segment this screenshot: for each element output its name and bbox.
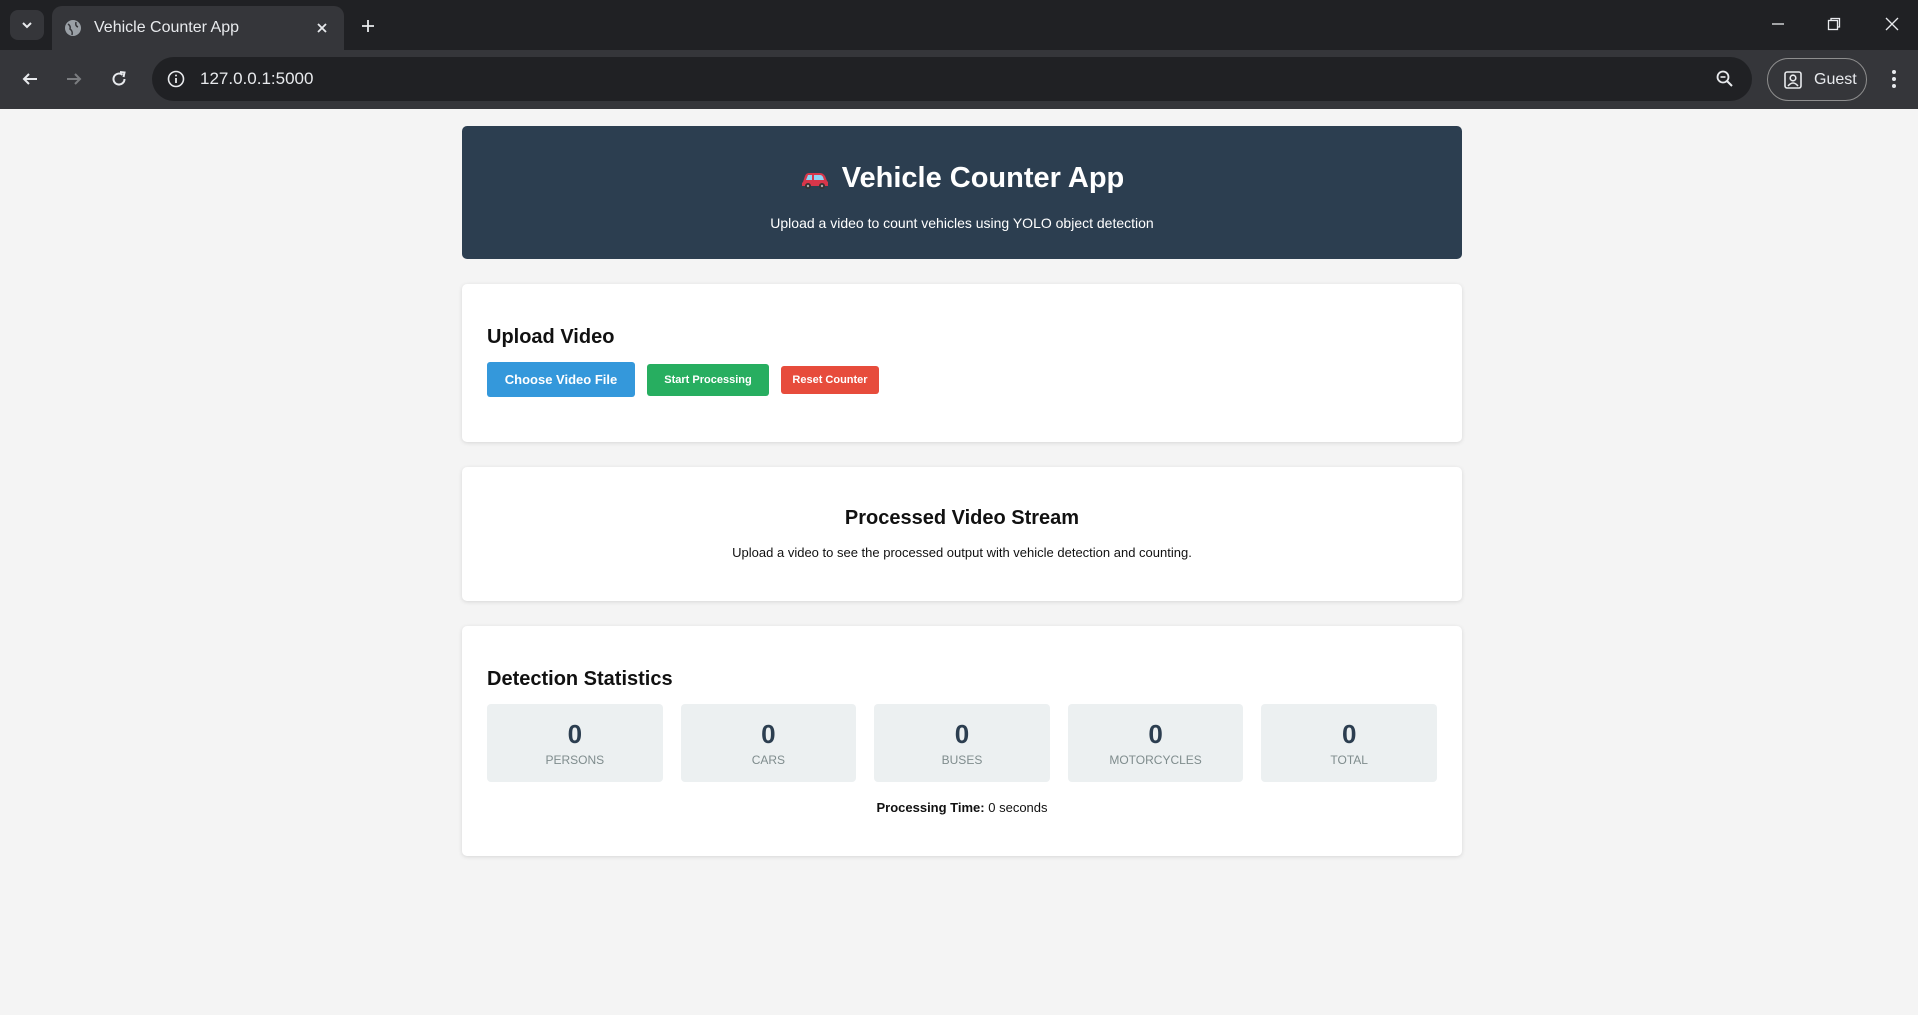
stat-motorcycles: 0 MOTORCYCLES (1067, 704, 1244, 782)
back-button[interactable] (14, 63, 46, 95)
stat-label: CARS (751, 753, 786, 767)
close-tab-icon[interactable] (312, 18, 332, 38)
profile-label: Guest (1814, 70, 1857, 88)
reload-button[interactable] (103, 63, 135, 95)
stats-heading: Detection Statistics (487, 668, 673, 690)
minimize-button[interactable] (1758, 8, 1798, 40)
page-title: Vehicle Counter App (462, 162, 1462, 195)
upload-section: Upload Video Choose Video File Start Pro… (462, 284, 1462, 442)
stat-label: TOTAL (1330, 753, 1368, 767)
profile-icon (1782, 69, 1804, 91)
car-icon (800, 167, 830, 191)
tab-title: Vehicle Counter App (94, 19, 239, 36)
upload-button-row: Choose Video File Start Processing Reset… (487, 362, 1437, 397)
minimize-icon (1772, 23, 1784, 25)
stat-value: 0 (954, 719, 970, 749)
chevron-down-icon (22, 22, 32, 29)
stream-heading: Processed Video Stream (844, 507, 1080, 529)
stat-label: PERSONS (545, 753, 605, 767)
stat-value: 0 (1341, 719, 1357, 749)
forward-button[interactable] (58, 63, 90, 95)
stat-label: BUSES (941, 753, 983, 767)
choose-video-file-button[interactable]: Choose Video File (487, 362, 635, 397)
reload-icon (112, 71, 126, 86)
stat-label: MOTORCYCLES (1109, 753, 1202, 767)
close-icon (1885, 17, 1899, 31)
stat-cars: 0 CARS (680, 704, 857, 782)
processing-time: Processing Time: 0 seconds (487, 800, 1437, 815)
globe-icon (64, 19, 82, 37)
stat-value: 0 (1148, 719, 1163, 749)
app-container: Vehicle Counter App Upload a video to co… (462, 126, 1462, 856)
stat-buses: 0 BUSES (874, 704, 1050, 782)
restore-icon (1827, 17, 1841, 31)
statistics-section: Detection Statistics 0 PERSONS 0 CARS 0 … (462, 626, 1462, 856)
browser-tab[interactable]: Vehicle Counter App (52, 6, 344, 50)
page-title-text: Vehicle Counter App (841, 162, 1125, 194)
app-header: Vehicle Counter App Upload a video to co… (462, 126, 1462, 259)
address-bar[interactable]: 127.0.0.1:5000 (152, 57, 1752, 101)
stat-persons: 0 PERSONS (487, 704, 663, 782)
profile-button[interactable]: Guest (1767, 58, 1867, 101)
stream-message: Upload a video to see the processed outp… (732, 545, 1192, 560)
close-window-button[interactable] (1872, 8, 1912, 40)
stat-value: 0 (761, 719, 776, 749)
stat-value: 0 (567, 719, 583, 749)
browser-tab-bar: Vehicle Counter App (0, 0, 1918, 50)
new-tab-button[interactable] (354, 12, 382, 40)
tab-search-button[interactable] (10, 10, 44, 40)
processing-time-value: 0 seconds (988, 800, 1048, 815)
page-viewport: Vehicle Counter App Upload a video to co… (0, 109, 1918, 1015)
start-processing-button[interactable]: Start Processing (647, 363, 769, 396)
processing-time-label: Processing Time: (876, 800, 985, 815)
arrow-left-icon (22, 73, 37, 85)
upload-heading: Upload Video (487, 326, 615, 348)
browser-toolbar: 127.0.0.1:5000 Guest (0, 50, 1918, 109)
info-icon[interactable] (164, 67, 188, 91)
video-stream-section: Processed Video Stream Upload a video to… (462, 467, 1462, 601)
reset-counter-button[interactable]: Reset Counter (781, 365, 879, 394)
zoom-icon[interactable] (1712, 66, 1738, 92)
plus-icon (362, 20, 374, 32)
page-subtitle: Upload a video to count vehicles using Y… (770, 215, 1154, 231)
restore-button[interactable] (1814, 8, 1854, 40)
more-vertical-icon (1892, 70, 1896, 88)
url-text[interactable]: 127.0.0.1:5000 (200, 69, 1712, 89)
stats-grid: 0 PERSONS 0 CARS 0 BUSES 0 MOTORCYCLES 0 (487, 704, 1437, 782)
arrow-right-icon (67, 73, 82, 85)
stat-total: 0 TOTAL (1261, 704, 1437, 782)
browser-menu-button[interactable] (1880, 64, 1908, 94)
